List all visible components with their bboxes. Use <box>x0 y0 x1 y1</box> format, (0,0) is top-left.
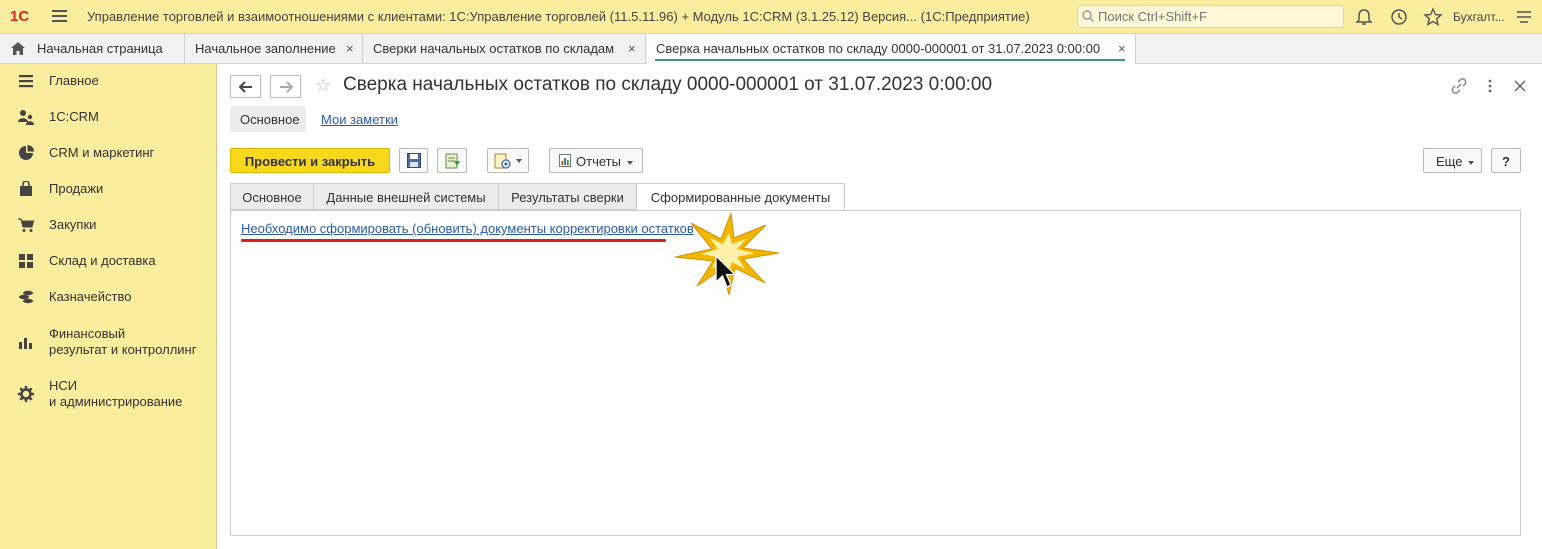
tab-label: Сверки начальных остатков по складам <box>373 41 615 56</box>
tab-current-reconciliation[interactable]: Сверка начальных остатков по складу 0000… <box>647 34 1136 64</box>
generate-documents-link[interactable]: Необходимо сформировать (обновить) докум… <box>241 221 694 236</box>
sidebar-item-main[interactable]: Главное <box>0 72 217 102</box>
favorites-star-icon[interactable] <box>1423 7 1443 27</box>
forward-button[interactable] <box>270 75 301 98</box>
sidebar-item-crm[interactable]: 1С:CRM <box>0 108 217 138</box>
cart-icon <box>18 218 34 232</box>
tab-external-data[interactable]: Данные внешней системы <box>313 183 499 210</box>
chevron-down-icon <box>516 159 522 163</box>
generated-documents-panel: Необходимо сформировать (обновить) докум… <box>230 210 1521 536</box>
main-menu-icon[interactable] <box>52 10 67 23</box>
sidebar-item-warehouse[interactable]: Склад и доставка <box>0 252 217 282</box>
more-label: Еще <box>1436 154 1463 169</box>
sidebar-item-label: НСИ <box>49 378 78 393</box>
arrow-left-icon <box>239 81 252 93</box>
sidebar-item-label: Продажи <box>49 181 104 196</box>
sidebar-item-purchases[interactable]: Закупки <box>0 216 217 246</box>
bar-chart-icon <box>19 338 32 349</box>
active-tab-indicator <box>655 59 1125 61</box>
pie-chart-icon <box>19 145 34 160</box>
document-create-icon <box>494 153 511 169</box>
title-bar: 1С Управление торговлей и взаимоотношени… <box>0 0 1542 34</box>
window-tabs-bar: Начальная страница Начальное заполнение … <box>0 34 1542 64</box>
app-title: Управление торговлей и взаимоотношениями… <box>87 9 1030 24</box>
settings-menu-icon[interactable] <box>1514 7 1534 27</box>
tab-reconciliations[interactable]: Сверки начальных остатков по складам × <box>364 34 646 64</box>
form-area: ☆ Сверка начальных остатков по складу 00… <box>218 64 1542 549</box>
more-vertical-icon[interactable] <box>1482 78 1498 94</box>
home-icon <box>11 42 25 55</box>
sections-sidebar: Главное 1С:CRM CRM и маркетинг Продажи З… <box>0 64 217 549</box>
floppy-disk-icon <box>407 153 421 168</box>
create-based-on-button[interactable] <box>487 148 529 173</box>
app-logo[interactable]: 1С <box>10 8 29 25</box>
reports-label: Отчеты <box>576 154 621 169</box>
sidebar-item-label: CRM и маркетинг <box>49 145 155 160</box>
search-input[interactable] <box>1098 6 1338 27</box>
history-icon[interactable] <box>1389 7 1409 27</box>
grid-icon <box>19 254 33 268</box>
subtab-main[interactable]: Основное <box>230 106 306 132</box>
sidebar-item-finance[interactable]: Финансовый результат и контроллинг <box>0 324 217 364</box>
search-icon <box>1082 10 1094 22</box>
users-icon <box>18 110 34 125</box>
save-button[interactable] <box>399 148 428 173</box>
arrow-right-icon <box>280 81 293 93</box>
post-button[interactable] <box>437 148 467 173</box>
chevron-down-icon <box>626 160 633 165</box>
close-icon[interactable]: × <box>1118 41 1126 56</box>
tab-initial-fill[interactable]: Начальное заполнение × <box>186 34 363 64</box>
bag-icon <box>20 181 32 196</box>
sidebar-item-admin[interactable]: НСИ и администрирование <box>0 376 217 416</box>
sidebar-item-crm-marketing[interactable]: CRM и маркетинг <box>0 144 217 174</box>
sidebar-item-label: Склад и доставка <box>49 253 156 268</box>
reports-button[interactable]: Отчеты <box>549 148 643 173</box>
report-icon <box>559 154 571 167</box>
tab-label: Начальная страница <box>37 41 163 56</box>
link-icon[interactable] <box>1451 78 1467 94</box>
tab-home[interactable]: Начальная страница <box>0 34 185 64</box>
sidebar-item-label: Главное <box>49 73 99 88</box>
sidebar-item-label-line2: и администрирование <box>49 394 183 409</box>
tab-reconciliation-results[interactable]: Результаты сверки <box>498 183 637 210</box>
tab-main[interactable]: Основное <box>230 183 314 210</box>
gear-icon <box>18 386 34 402</box>
mouse-cursor-icon <box>715 255 737 288</box>
close-icon[interactable] <box>1512 78 1528 94</box>
user-name[interactable]: Бухгалт... <box>1453 10 1505 24</box>
chevron-down-icon <box>1468 160 1475 165</box>
sidebar-item-label: Закупки <box>49 217 97 232</box>
back-button[interactable] <box>230 75 261 98</box>
tab-label: Сверка начальных остатков по складу 0000… <box>656 41 1101 56</box>
menu-icon <box>19 75 33 88</box>
post-document-icon <box>445 153 460 169</box>
sidebar-item-sales[interactable]: Продажи <box>0 180 217 210</box>
bell-icon[interactable] <box>1354 7 1374 27</box>
sidebar-item-label: 1С:CRM <box>49 109 99 124</box>
close-icon[interactable]: × <box>346 41 354 56</box>
help-button[interactable]: ? <box>1491 148 1521 173</box>
subtab-my-notes[interactable]: Мои заметки <box>321 112 398 127</box>
highlight-underline <box>241 239 666 242</box>
tab-generated-documents[interactable]: Сформированные документы <box>636 183 845 210</box>
sidebar-item-treasury[interactable]: Казначейство <box>0 288 217 318</box>
global-search[interactable] <box>1077 5 1344 28</box>
close-icon[interactable]: × <box>628 41 636 56</box>
more-button[interactable]: Еще <box>1423 148 1482 173</box>
sidebar-item-label-line2: результат и контроллинг <box>49 342 197 357</box>
post-and-close-button[interactable]: Провести и закрыть <box>230 148 390 173</box>
sidebar-item-label: Финансовый <box>49 326 126 341</box>
coins-icon <box>19 290 33 304</box>
favorite-star-icon[interactable]: ☆ <box>315 75 331 96</box>
tab-label: Начальное заполнение <box>195 41 336 56</box>
sidebar-item-label: Казначейство <box>49 289 132 304</box>
form-title: Сверка начальных остатков по складу 0000… <box>343 74 993 95</box>
